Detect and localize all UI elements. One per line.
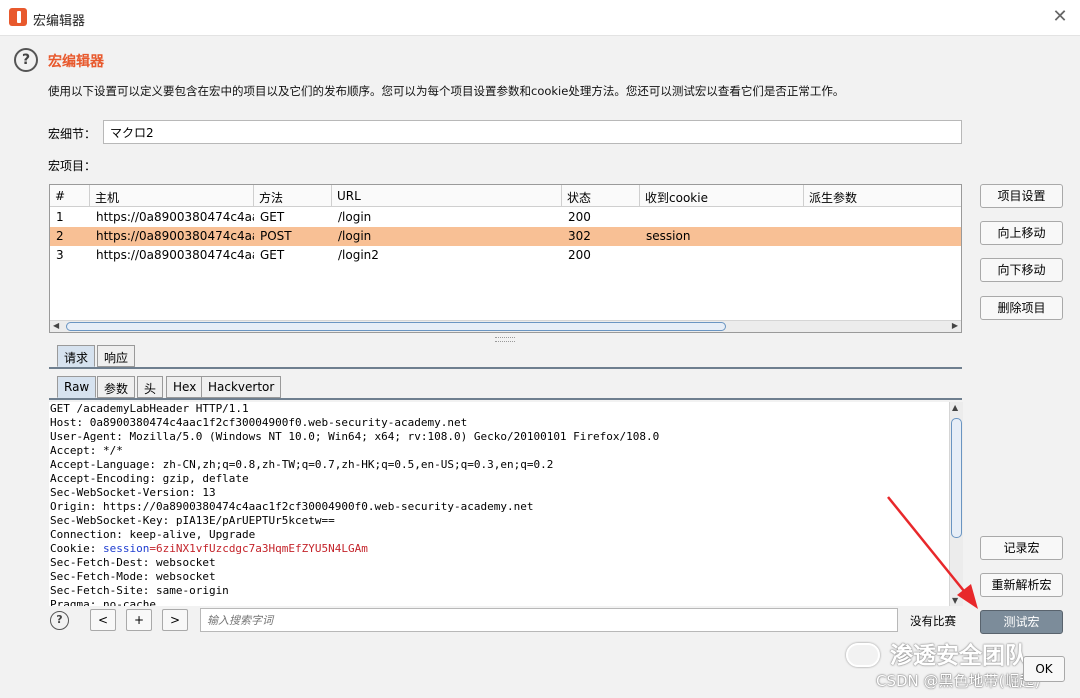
cell-url: /login [338, 229, 372, 243]
tab-hex[interactable]: Hex [166, 376, 204, 398]
cell-url: /login [338, 210, 372, 224]
watermark-text: 渗透安全团队 [890, 643, 1028, 669]
scroll-up-arrow-icon[interactable]: ▲ [952, 403, 958, 412]
close-icon[interactable]: ✕ [1048, 6, 1072, 30]
window-titlebar: 宏编辑器 ✕ [0, 0, 1080, 36]
cell-method: GET [260, 210, 285, 224]
item-settings-button[interactable]: 项目设置 [980, 184, 1063, 208]
request-line: Pragma: no-cache [50, 598, 156, 606]
column-header-cookie[interactable]: 收到cookie [640, 185, 804, 207]
request-line: Sec-WebSocket-Key: pIA13E/pArUEPTUr5kcet… [50, 514, 335, 527]
cell-num: 2 [56, 229, 64, 243]
tab-divider [49, 367, 962, 369]
cell-derived [804, 246, 961, 265]
cookie-value: =6ziNX1vfUzcdgc7a3HqmEfZYU5N4LGAm [149, 542, 368, 555]
cookie-header-name: Cookie: [50, 542, 103, 555]
request-line: Sec-Fetch-Site: same-origin [50, 584, 229, 597]
reanalyze-macro-button[interactable]: 重新解析宏 [980, 573, 1063, 597]
column-header-url[interactable]: URL [332, 185, 562, 207]
cell-status: 302 [568, 229, 591, 243]
table-header: # 主机 方法 URL 状态 收到cookie 派生参数 [50, 185, 961, 207]
scroll-down-arrow-icon[interactable]: ▼ [952, 596, 958, 605]
search-input[interactable] [200, 608, 898, 632]
table-row[interactable]: 3 https://0a8900380474c4aa... GET /login… [50, 246, 961, 265]
request-line: Connection: keep-alive, Upgrade [50, 528, 256, 541]
window-title: 宏编辑器 [33, 14, 86, 29]
request-line: GET /academyLabHeader HTTP/1.1 [50, 402, 249, 415]
scroll-right-arrow-icon[interactable]: ▶ [952, 321, 958, 330]
cell-method: GET [260, 248, 285, 262]
csdn-watermark: CSDN @黑色地带(崛起) [876, 672, 1041, 690]
cookie-line: Cookie: session=6ziNX1vfUzcdgc7a3HqmEfZY… [50, 542, 949, 556]
scroll-left-arrow-icon[interactable]: ◀ [53, 321, 59, 330]
macro-name-input[interactable] [103, 120, 962, 144]
cell-status: 200 [568, 248, 591, 262]
column-header-method[interactable]: 方法 [254, 185, 332, 207]
request-line: Host: 0a8900380474c4aac1f2cf30004900f0.w… [50, 416, 468, 429]
burp-app-icon [9, 8, 27, 26]
column-header-derived[interactable]: 派生参数 [804, 185, 961, 207]
cell-derived [804, 227, 961, 246]
request-line: Origin: https://0a8900380474c4aac1f2cf30… [50, 500, 534, 513]
tab-headers[interactable]: 头 [137, 376, 164, 398]
request-line: Sec-Fetch-Dest: websocket [50, 556, 216, 569]
search-next-button[interactable]: > [162, 609, 188, 631]
tab-raw[interactable]: Raw [57, 376, 97, 398]
request-line: Accept: */* [50, 444, 123, 457]
tab-hackvertor[interactable]: Hackvertor [201, 376, 282, 398]
scrollbar-thumb[interactable] [66, 322, 726, 331]
scrollbar-thumb[interactable] [951, 418, 962, 538]
macro-items-label: 宏项目： [48, 159, 97, 173]
pane-splitter[interactable] [49, 337, 962, 342]
editor-vertical-scrollbar[interactable]: ▲ ▼ [949, 402, 963, 606]
table-horizontal-scrollbar[interactable]: ◀ ▶ [50, 320, 961, 332]
cell-method: POST [260, 229, 292, 243]
request-line: User-Agent: Mozilla/5.0 (Windows NT 10.0… [50, 430, 660, 443]
cell-cookie: session [646, 229, 691, 243]
dialog-title: 宏编辑器 [48, 54, 104, 70]
ok-button[interactable]: OK [1023, 656, 1065, 682]
delete-item-button[interactable]: 删除项目 [980, 296, 1063, 320]
cell-status: 200 [568, 210, 591, 224]
table-row[interactable]: 1 https://0a8900380474c4aa... GET /login… [50, 208, 961, 227]
move-down-button[interactable]: 向下移动 [980, 258, 1063, 282]
cell-url: /login2 [338, 248, 379, 262]
search-help-icon[interactable]: ? [50, 611, 69, 630]
record-macro-button[interactable]: 记录宏 [980, 536, 1063, 560]
cell-host: https://0a8900380474c4aa... [96, 229, 254, 243]
tab-divider [49, 398, 962, 400]
cookie-name: session [102, 542, 150, 555]
request-editor[interactable]: GET /academyLabHeader HTTP/1.1 Host: 0a8… [49, 402, 949, 606]
search-match-count: 没有比赛 [910, 614, 956, 628]
cell-host: https://0a8900380474c4aa... [96, 248, 254, 262]
tab-request[interactable]: 请求 [57, 345, 96, 367]
column-header-num[interactable]: # [50, 185, 90, 207]
table-row-selected[interactable]: 2 https://0a8900380474c4aa... POST /logi… [50, 227, 961, 246]
help-icon[interactable]: ? [14, 48, 38, 72]
test-macro-button[interactable]: 测试宏 [980, 610, 1063, 634]
search-prev-button[interactable]: < [90, 609, 116, 631]
request-line: Sec-WebSocket-Version: 13 [50, 486, 216, 499]
macro-items-table: # 主机 方法 URL 状态 收到cookie 派生参数 1 https://0… [49, 184, 962, 333]
request-line: Accept-Encoding: gzip, deflate [50, 472, 249, 485]
cell-num: 3 [56, 248, 64, 262]
cell-cookie [640, 246, 804, 265]
tab-response[interactable]: 响应 [97, 345, 136, 367]
cell-cookie [640, 208, 804, 227]
column-header-host[interactable]: 主机 [90, 185, 254, 207]
macro-name-label: 宏细节： [48, 127, 97, 141]
dialog-description: 使用以下设置可以定义要包含在宏中的项目以及它们的发布顺序。您可以为每个项目设置参… [48, 84, 845, 98]
tab-params[interactable]: 参数 [97, 376, 136, 398]
column-header-status[interactable]: 状态 [562, 185, 640, 207]
cell-derived [804, 208, 961, 227]
cell-num: 1 [56, 210, 64, 224]
request-line: Accept-Language: zh-CN,zh;q=0.8,zh-TW;q=… [50, 458, 554, 471]
move-up-button[interactable]: 向上移动 [980, 221, 1063, 245]
request-line: Sec-Fetch-Mode: websocket [50, 570, 216, 583]
search-add-button[interactable]: + [126, 609, 152, 631]
cell-host: https://0a8900380474c4aa... [96, 210, 254, 224]
